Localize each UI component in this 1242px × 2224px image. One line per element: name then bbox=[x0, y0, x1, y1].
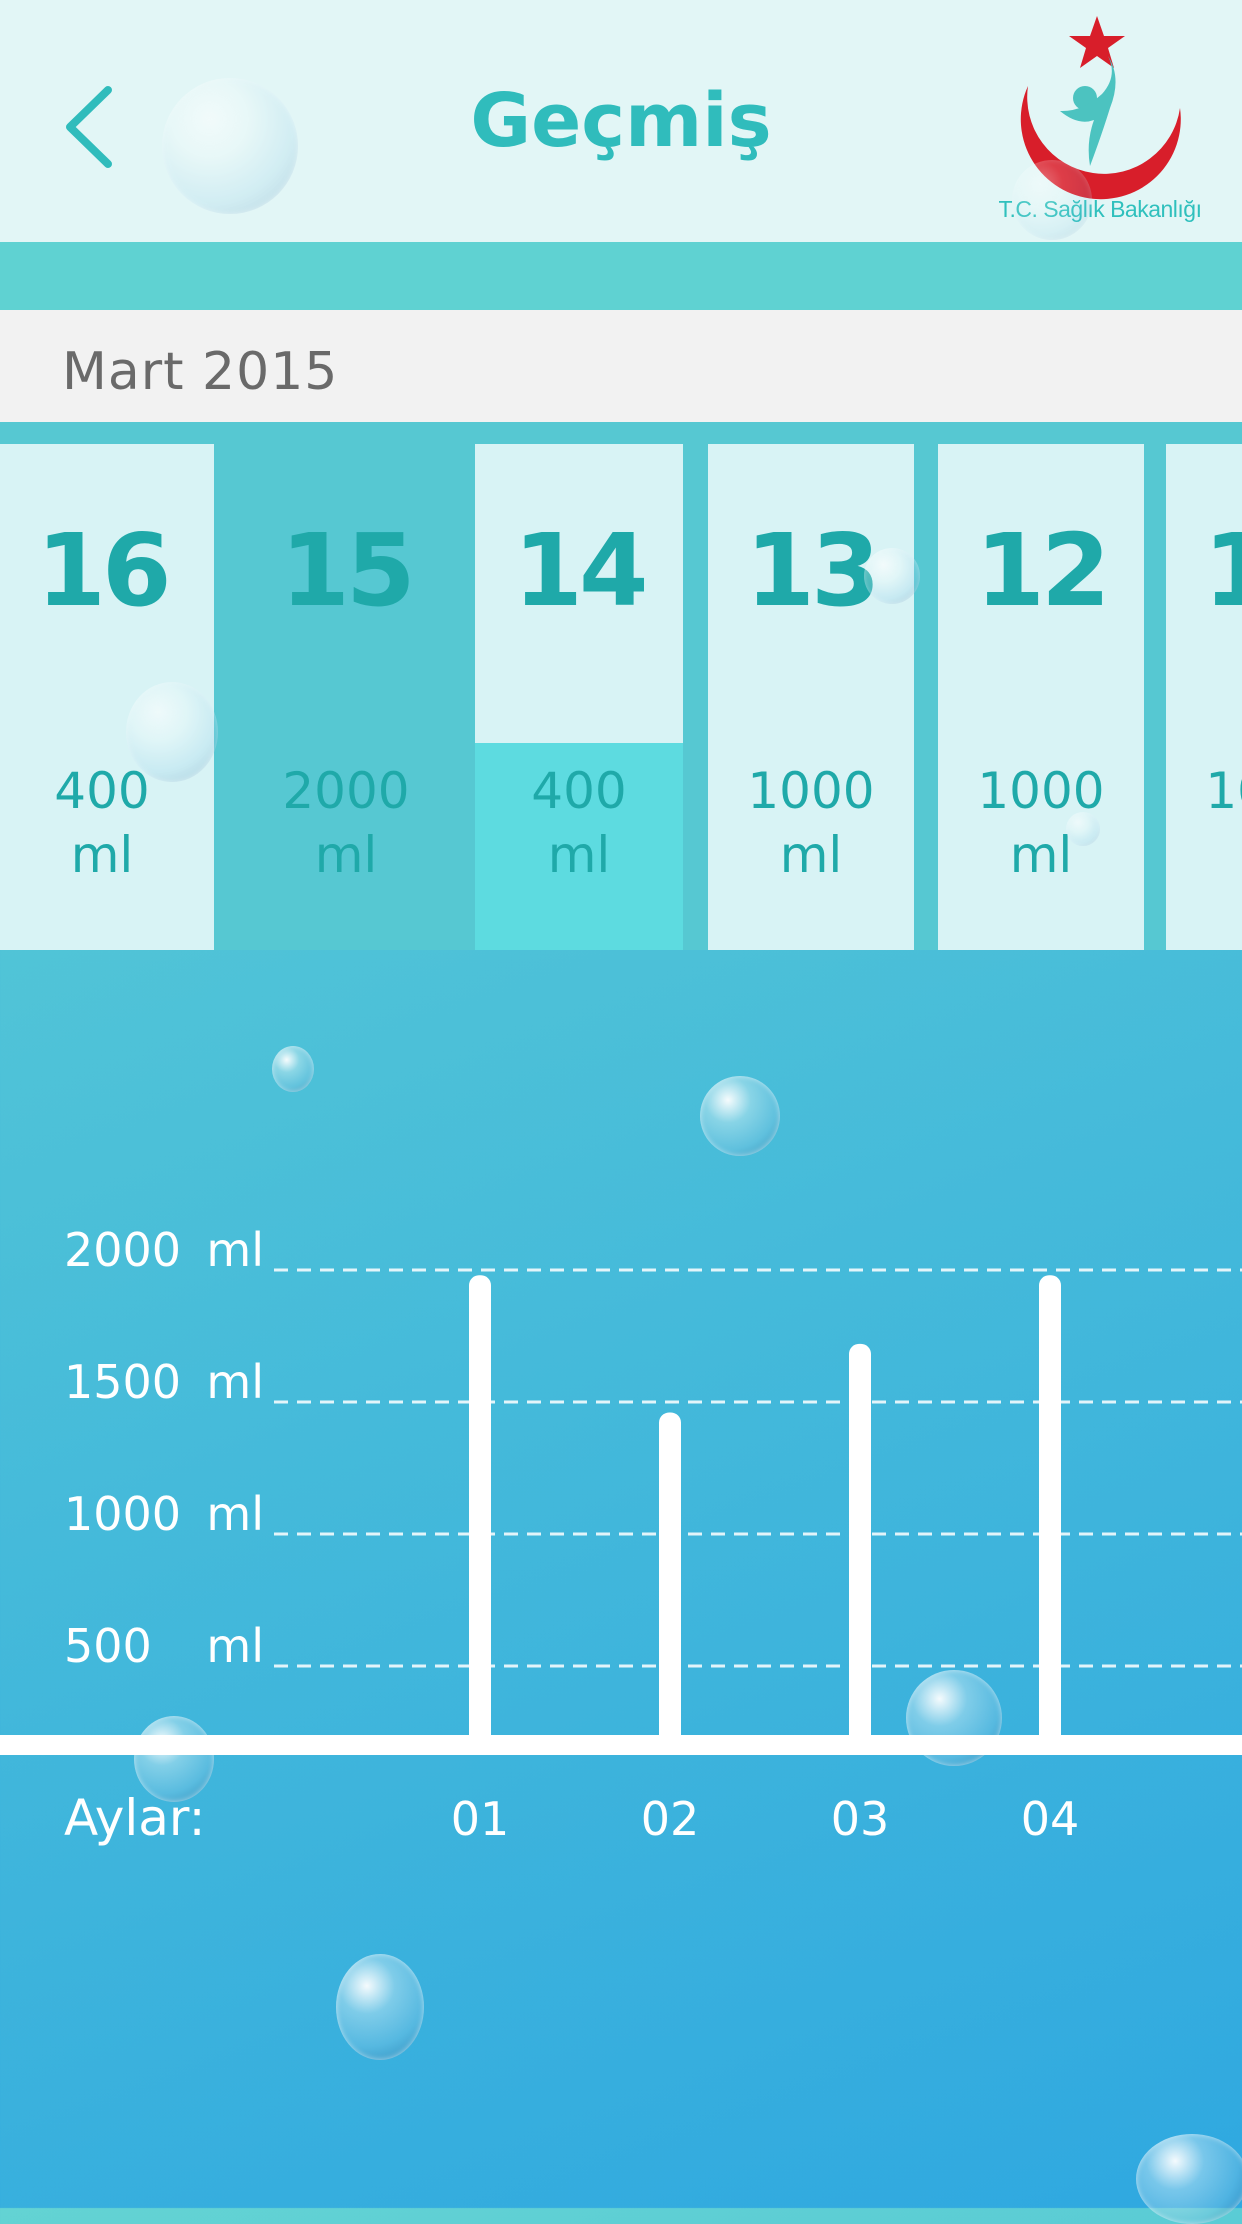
water-drop-icon bbox=[1012, 160, 1092, 240]
day-amount: 1000 bbox=[977, 762, 1105, 820]
chart-bar bbox=[849, 1343, 871, 1745]
day-unit: ml bbox=[1009, 826, 1073, 884]
month-header: Mart 2015 bbox=[0, 310, 1242, 422]
chart-bar bbox=[1039, 1275, 1061, 1745]
day-unit: ml bbox=[547, 826, 611, 884]
x-tick-label: 01 bbox=[451, 1792, 510, 1846]
x-axis-line bbox=[0, 1735, 1242, 1755]
y-tick-unit: ml bbox=[206, 1487, 264, 1541]
water-drop-icon bbox=[126, 682, 218, 782]
day-number: 15 bbox=[280, 512, 415, 629]
day-unit: ml bbox=[1166, 826, 1242, 884]
day-unit: ml bbox=[314, 826, 378, 884]
day-number: 11 bbox=[1203, 512, 1242, 629]
day-amount: 1000 bbox=[1205, 762, 1242, 820]
day-card-selected[interactable]: 15 2000 ml bbox=[242, 444, 450, 950]
header-divider-band bbox=[0, 242, 1242, 310]
monthly-intake-chart: 2000 ml 1500 ml 1000 ml 500 ml Aylar: 01 02 03 04 bbox=[0, 1223, 1242, 1847]
water-drop-icon bbox=[272, 1046, 314, 1092]
day-card[interactable]: 12 1000 ml bbox=[938, 444, 1144, 950]
y-tick-label: 1000 bbox=[64, 1487, 181, 1541]
water-drop-icon bbox=[700, 1076, 780, 1156]
x-axis-label: Aylar: bbox=[64, 1789, 205, 1847]
chart-bar bbox=[659, 1412, 681, 1745]
day-card[interactable]: 14 400 ml bbox=[475, 444, 683, 950]
day-unit: ml bbox=[779, 826, 843, 884]
day-amount: 1000 bbox=[747, 762, 875, 820]
y-tick-label: 500 bbox=[64, 1619, 152, 1673]
x-tick-label: 02 bbox=[641, 1792, 700, 1846]
chart-bar bbox=[469, 1275, 491, 1745]
y-tick-label: 1500 bbox=[64, 1355, 181, 1409]
day-amount: 400 bbox=[531, 762, 627, 820]
day-unit: ml bbox=[70, 826, 134, 884]
day-amount: 2000 bbox=[282, 762, 410, 820]
water-drop-icon bbox=[1136, 2134, 1242, 2224]
y-tick-unit: ml bbox=[206, 1619, 264, 1673]
day-number: 16 bbox=[36, 512, 171, 629]
x-tick-label: 03 bbox=[831, 1792, 890, 1846]
ministry-logo-text: T.C. Sağlık Bakanlığı bbox=[998, 196, 1203, 222]
water-drop-icon bbox=[336, 1954, 424, 2060]
y-tick-label: 2000 bbox=[64, 1223, 181, 1277]
y-tick-unit: ml bbox=[206, 1355, 264, 1409]
water-drop-icon bbox=[1066, 812, 1100, 846]
day-number: 12 bbox=[975, 512, 1110, 629]
day-card[interactable]: 13 1000 ml bbox=[708, 444, 914, 950]
x-tick-label: 04 bbox=[1021, 1792, 1080, 1846]
day-card[interactable]: 11 1000 ml bbox=[1166, 444, 1242, 950]
water-drop-icon bbox=[162, 78, 298, 214]
month-label: Mart 2015 bbox=[62, 342, 339, 402]
water-drop-icon bbox=[864, 548, 920, 604]
y-tick-unit: ml bbox=[206, 1223, 264, 1277]
day-number: 14 bbox=[513, 512, 648, 629]
